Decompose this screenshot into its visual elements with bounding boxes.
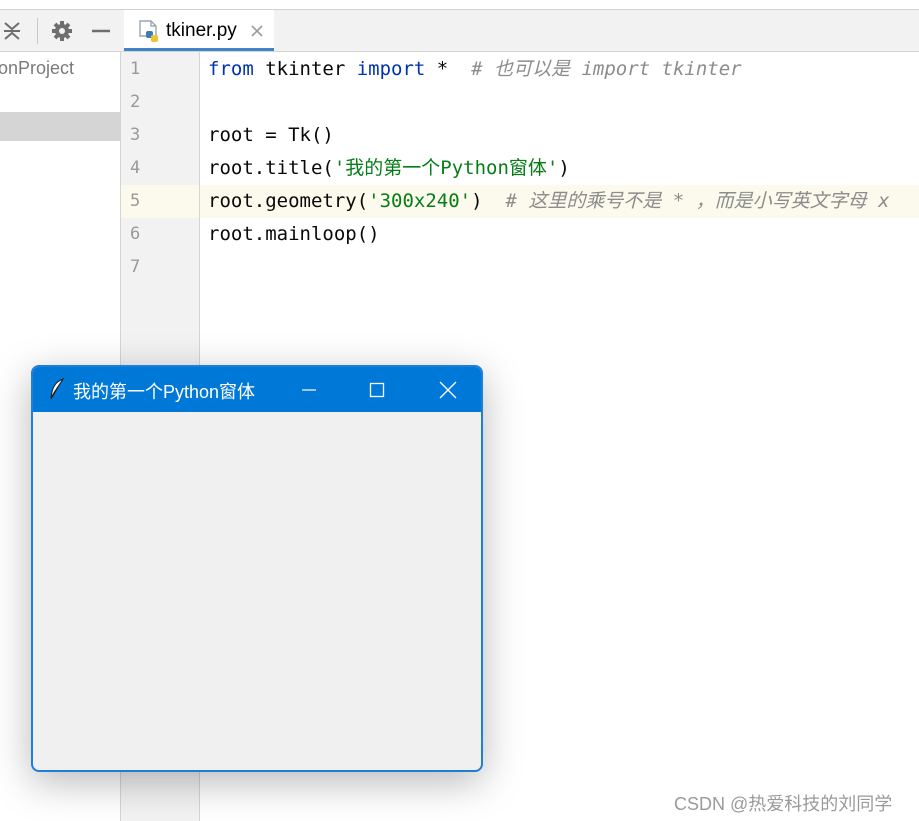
keyword-import: import <box>356 58 426 80</box>
tk-titlebar[interactable]: 我的第一个Python窗体 <box>33 367 481 412</box>
minimize-icon[interactable] <box>90 20 112 42</box>
code-line-4: root.title('我的第一个Python窗体') <box>208 152 570 185</box>
gear-icon[interactable] <box>51 20 73 42</box>
code-line-1: from tkinter import * # 也可以是 import tkin… <box>208 53 742 86</box>
line-number: 2 <box>130 92 141 112</box>
module-name: tkinter <box>253 58 357 80</box>
line-number-current: 5 <box>130 191 141 211</box>
project-toolbar <box>0 10 121 52</box>
window-maximize-button[interactable] <box>347 367 407 412</box>
editor-tab-bar: tkiner.py <box>121 10 919 52</box>
minimize-icon <box>302 388 316 391</box>
code-line-3: root = Tk() <box>208 124 334 146</box>
string-literal: '我的第一个Python窗体' <box>333 157 559 179</box>
tk-window-title: 我的第一个Python窗体 <box>73 382 256 402</box>
code-call: root.geometry( <box>208 190 369 212</box>
keyword-from: from <box>208 58 254 80</box>
tk-window-body <box>33 412 481 770</box>
close-icon[interactable] <box>250 23 264 42</box>
feather-icon <box>49 378 65 404</box>
close-icon <box>439 381 457 398</box>
code-line-5: root.geometry('300x240') # 这里的乘号不是 * ，而是… <box>208 185 890 218</box>
code-call: root.title( <box>208 157 334 179</box>
project-tree-selected-row[interactable] <box>0 112 120 141</box>
code-paren: ) <box>471 190 506 212</box>
string-literal: '300x240' <box>368 190 472 212</box>
python-file-icon <box>138 20 160 48</box>
collapse-all-icon[interactable] <box>1 20 23 42</box>
tab-tkiner-py[interactable]: tkiner.py <box>124 10 274 51</box>
watermark: CSDN @热爱科技的刘同学 <box>674 794 893 814</box>
window-top-strip <box>0 0 919 10</box>
project-tree-root[interactable]: onProject <box>0 58 74 79</box>
code-comment: # 这里的乘号不是 * ，而是小写英文字母 x <box>505 190 890 212</box>
line-number: 6 <box>130 224 141 244</box>
code-comment: # 也可以是 import tkinter <box>471 58 742 80</box>
code-paren: ) <box>558 157 570 179</box>
tab-label: tkiner.py <box>166 20 237 41</box>
line-number: 1 <box>130 59 141 79</box>
line-number: 4 <box>130 158 141 178</box>
maximize-icon <box>369 382 385 397</box>
tk-window[interactable]: 我的第一个Python窗体 <box>31 365 483 772</box>
window-minimize-button[interactable] <box>279 367 339 412</box>
window-close-button[interactable] <box>418 367 478 412</box>
import-star: * <box>425 58 472 80</box>
code-line-6: root.mainloop() <box>208 223 380 245</box>
line-number: 3 <box>130 125 141 145</box>
line-number: 7 <box>130 257 141 277</box>
toolbar-separator <box>37 18 38 44</box>
